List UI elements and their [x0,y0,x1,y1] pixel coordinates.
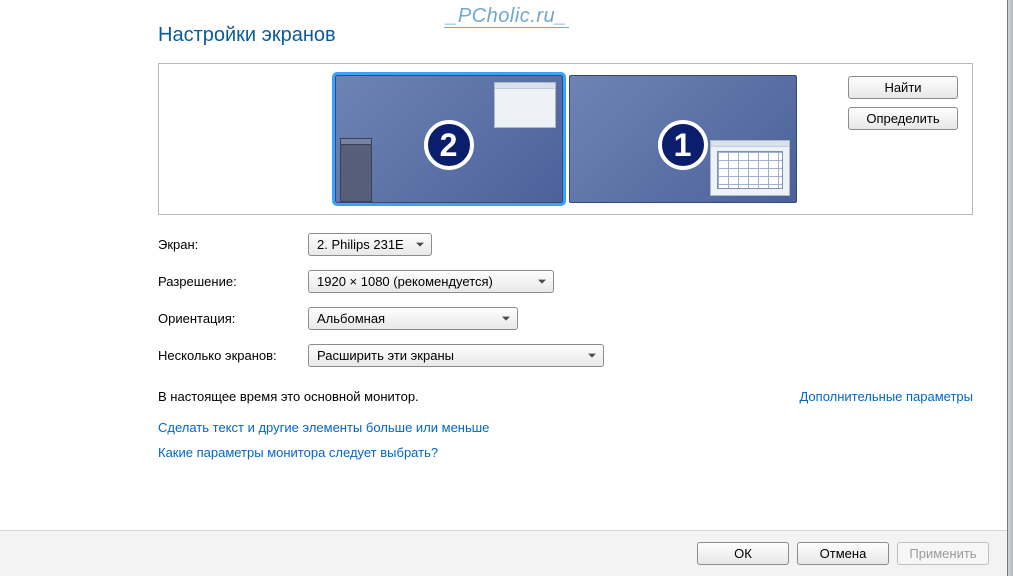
display-settings-window: _PCholic.ru_ Настройки экранов 2 1 Найти… [0,0,1013,576]
page-title: Настройки экранов [158,24,973,47]
display-select-value: 2. Philips 231E [317,237,404,252]
preview-window-icon [710,140,790,196]
monitor-number-badge: 1 [658,120,708,170]
preview-window-icon [340,138,372,202]
display-select[interactable]: 2. Philips 231E [308,233,432,256]
multiple-displays-label: Несколько экранов: [158,348,308,363]
resolution-select[interactable]: 1920 × 1080 (рекомендуется) [308,270,554,293]
monitor-preview: 2 1 Найти Определить [158,63,973,215]
monitor-thumbnail-2[interactable]: 2 [335,75,563,203]
window-border-right [1007,0,1013,576]
orientation-label: Ориентация: [158,311,308,326]
multiple-displays-select[interactable]: Расширить эти экраны [308,344,604,367]
resolution-label: Разрешение: [158,274,308,289]
text-size-link[interactable]: Сделать текст и другие элементы больше и… [158,420,973,435]
monitor-number-badge: 2 [424,120,474,170]
dialog-footer: ОК Отмена Применить [0,530,1007,576]
multiple-displays-select-value: Расширить эти экраны [317,348,454,363]
advanced-settings-link[interactable]: Дополнительные параметры [799,389,973,404]
which-settings-link[interactable]: Какие параметры монитора следует выбрать… [158,445,973,460]
cancel-button[interactable]: Отмена [797,542,889,565]
primary-monitor-status: В настоящее время это основной монитор. [158,389,419,404]
orientation-select-value: Альбомная [317,311,385,326]
detect-button[interactable]: Найти [848,76,958,99]
monitor-thumbnail-1[interactable]: 1 [569,75,797,203]
identify-button[interactable]: Определить [848,107,958,130]
ok-button[interactable]: ОК [697,542,789,565]
apply-button: Применить [897,542,989,565]
display-label: Экран: [158,237,308,252]
preview-window-icon [494,82,556,128]
resolution-select-value: 1920 × 1080 (рекомендуется) [317,274,493,289]
orientation-select[interactable]: Альбомная [308,307,518,330]
